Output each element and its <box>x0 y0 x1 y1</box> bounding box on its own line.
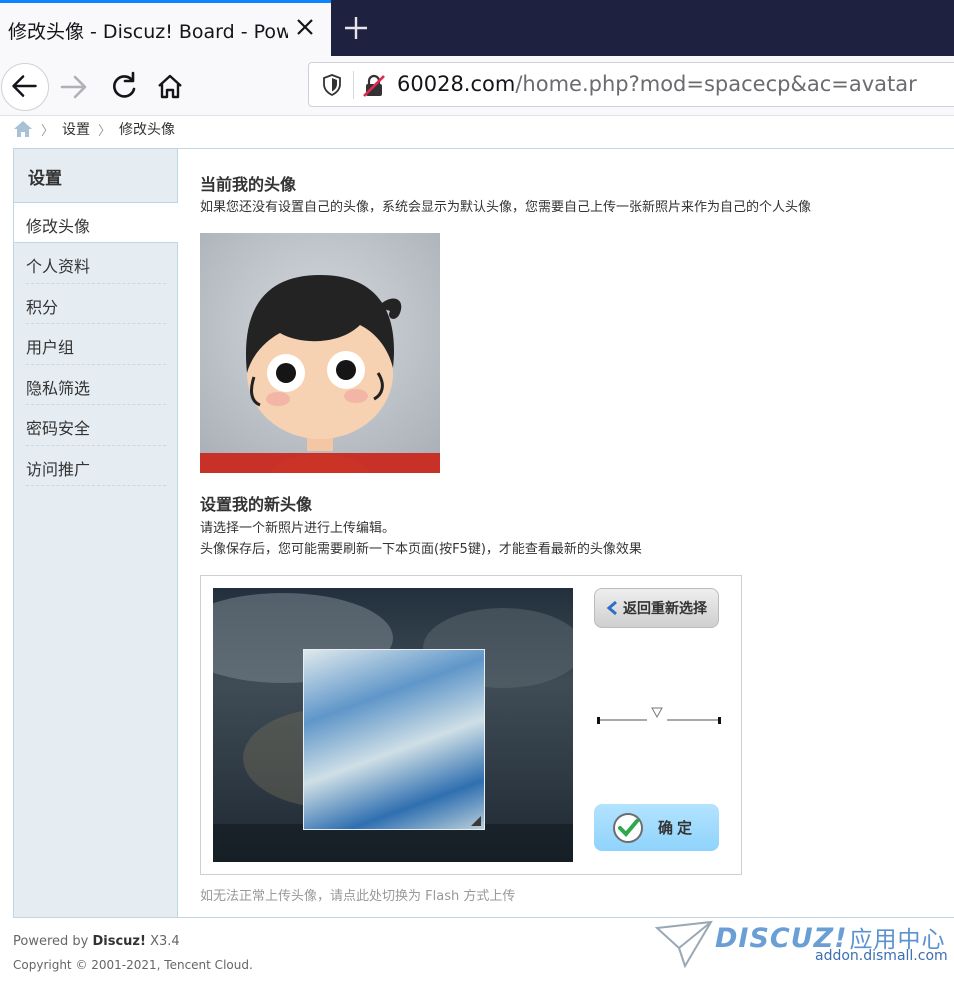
avatar-illustration <box>200 275 440 473</box>
url-text: 60028.com/home.php?mod=spacecp&ac=avatar <box>397 72 917 96</box>
tab-title: 修改头像 - Discuz! Board - Powered by Discuz… <box>8 21 288 43</box>
discuz-watermark: DISCUZ!应用中心 addon.dismall.com <box>655 918 948 972</box>
confirm-button[interactable]: 确定 <box>594 804 719 851</box>
confirm-button-label: 确定 <box>658 819 697 837</box>
url-path: /home.php?mod=spacecp&ac=avatar <box>515 72 917 96</box>
sidebar-item-promotion[interactable]: 访问推广 <box>26 446 166 486</box>
url-domain: 60028.com <box>397 72 516 96</box>
watermark-url: addon.dismall.com <box>815 948 948 964</box>
sidebar-item-privacy[interactable]: 隐私筛选 <box>26 365 166 405</box>
main-frame: 设置 修改头像 个人资料 积分 用户组 隐私筛选 密码安全 访问推广 当前我的头… <box>13 148 954 918</box>
sidebar-item-profile[interactable]: 个人资料 <box>26 243 166 284</box>
tracking-shield-icon[interactable] <box>321 73 343 97</box>
current-avatar-image <box>200 233 440 473</box>
zoom-slider[interactable] <box>597 702 721 728</box>
home-icon[interactable] <box>13 120 33 138</box>
arrow-left-icon <box>12 75 37 97</box>
breadcrumb-settings[interactable]: 设置 <box>62 119 90 139</box>
reselect-button-label: 返回重新选择 <box>623 601 707 617</box>
url-separator <box>353 71 354 99</box>
new-avatar-section: 设置我的新头像 请选择一个新照片进行上传编辑。 头像保存后，您可能需要刷新一下本… <box>200 491 642 560</box>
new-avatar-title: 设置我的新头像 <box>200 495 313 514</box>
sidebar-heading: 设置 <box>14 149 177 203</box>
footer-copyright: Copyright © 2001-2021, Tencent Cloud. <box>13 958 253 972</box>
avatar-editor: 返回重新选择 确定 <box>200 575 742 875</box>
breadcrumb-separator: 〉 <box>41 123 55 139</box>
home-button[interactable] <box>146 63 194 111</box>
current-avatar-title: 当前我的头像 <box>200 175 297 194</box>
sidebar-item-credits[interactable]: 积分 <box>26 284 166 324</box>
crop-selection[interactable] <box>303 649 485 830</box>
paper-plane-icon <box>655 920 713 969</box>
forward-button[interactable] <box>50 63 98 111</box>
breadcrumb-current[interactable]: 修改头像 <box>119 119 175 139</box>
sidebar-item-usergroup[interactable]: 用户组 <box>26 324 166 365</box>
browser-tab-active[interactable]: 修改头像 - Discuz! Board - Powered by Discuz… <box>0 0 331 56</box>
browser-tab-bar: 修改头像 - Discuz! Board - Powered by Discuz… <box>0 0 954 56</box>
breadcrumb: 〉 设置 〉 修改头像 <box>13 119 175 139</box>
arrow-right-icon <box>60 75 87 99</box>
breadcrumb-separator: 〉 <box>98 123 112 139</box>
close-tab-icon[interactable] <box>293 15 317 39</box>
current-avatar-desc: 如果您还没有设置自己的头像，系统会显示为默认头像，您需要自己上传一张新照片来作为… <box>200 200 812 215</box>
powered-prefix: Powered by <box>13 934 93 949</box>
chevron-left-icon <box>606 600 617 616</box>
browser-toolbar: 60028.com/home.php?mod=spacecp&ac=avatar <box>0 56 954 116</box>
sidebar-item-avatar[interactable]: 修改头像 <box>14 203 178 243</box>
insecure-lock-icon[interactable] <box>361 73 387 99</box>
flash-upload-link[interactable]: 如无法正常上传头像，请点此处切换为 Flash 方式上传 <box>200 885 515 904</box>
resize-handle-icon[interactable] <box>471 816 481 826</box>
new-avatar-desc-1: 请选择一个新照片进行上传编辑。 <box>200 521 396 536</box>
sidebar: 设置 修改头像 个人资料 积分 用户组 隐私筛选 密码安全 访问推广 <box>14 149 178 917</box>
powered-brand[interactable]: Discuz! <box>92 934 145 949</box>
footer-powered: Powered by Discuz! X3.4 <box>13 934 180 949</box>
new-avatar-desc-2: 头像保存后，您可能需要刷新一下本页面(按F5键)，才能查看最新的头像效果 <box>200 542 642 557</box>
reload-icon <box>113 71 136 98</box>
sidebar-item-password[interactable]: 密码安全 <box>26 405 166 446</box>
reselect-button[interactable]: 返回重新选择 <box>594 588 719 628</box>
powered-version: X3.4 <box>145 934 180 949</box>
uploaded-photo[interactable] <box>213 588 573 862</box>
back-button[interactable] <box>1 63 49 111</box>
reload-button[interactable] <box>100 63 148 111</box>
address-bar[interactable]: 60028.com/home.php?mod=spacecp&ac=avatar <box>308 62 954 107</box>
home-icon <box>158 74 182 99</box>
content-area: 当前我的头像 如果您还没有设置自己的头像，系统会显示为默认头像，您需要自己上传一… <box>200 171 940 904</box>
checkmark-icon <box>613 812 643 843</box>
new-tab-icon[interactable] <box>342 14 370 42</box>
